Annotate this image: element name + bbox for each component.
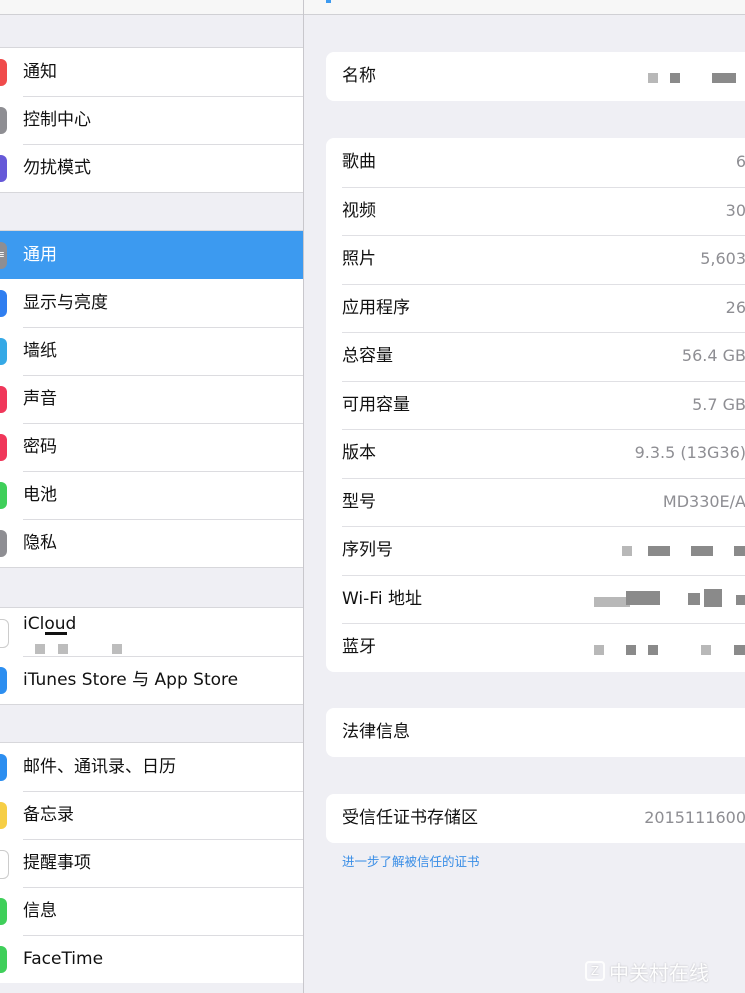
battery-icon <box>0 482 7 509</box>
info-row-videos: 视频 30 <box>326 186 745 236</box>
sidebar-item-notes[interactable]: 备忘录 <box>0 791 303 839</box>
name-row[interactable]: 名称 <box>326 52 745 101</box>
redacted-wifi <box>688 592 700 605</box>
reminders-icon <box>0 850 9 879</box>
passcode-icon <box>0 434 7 461</box>
sidebar-item-messages[interactable]: 信息 <box>0 887 303 935</box>
sidebar-item-wallpaper[interactable]: 墙纸 <box>0 327 303 375</box>
sidebar-item-battery[interactable]: 电池 <box>0 471 303 519</box>
gear-icon: ≡ <box>0 242 7 269</box>
redacted-serial <box>622 546 632 556</box>
notes-icon <box>0 802 7 829</box>
watermark: Z 中关村在线 <box>585 957 709 985</box>
redacted-bluetooth <box>648 645 658 655</box>
redacted-bluetooth <box>734 645 745 655</box>
sidebar-item-reminders[interactable]: 提醒事项 <box>0 839 303 887</box>
info-row-model: 型号 MD330E/A <box>326 477 745 527</box>
sidebar-item-general[interactable]: ≡ 通用 <box>0 231 303 279</box>
trust-store-row: 受信任证书存储区 2015111600 <box>342 808 745 828</box>
sidebar-item-mail-contacts-calendars[interactable]: 邮件、通讯录、日历 <box>0 743 303 791</box>
app-store-icon <box>0 667 7 694</box>
sidebar-item-privacy[interactable]: 隐私 <box>0 519 303 567</box>
notifications-icon <box>0 59 7 86</box>
wallpaper-icon <box>0 338 7 365</box>
control-center-icon <box>0 107 7 134</box>
info-row-photos: 照片 5,603 <box>326 235 745 284</box>
info-row-capacity: 总容量 56.4 GB <box>326 332 745 381</box>
redacted-account <box>45 632 67 635</box>
legal-card: 法律信息 › <box>326 708 745 757</box>
sidebar-group-system: 通知 控制中心 勿扰模式 <box>0 47 303 193</box>
trust-store-card: 受信任证书存储区 2015111600 <box>326 794 745 843</box>
redacted-serial <box>734 546 745 556</box>
name-card: 名称 <box>326 52 745 101</box>
redacted-account <box>112 644 122 654</box>
redacted-serial <box>648 546 670 556</box>
sound-icon <box>0 386 7 413</box>
learn-more-trusted-certificates-link[interactable]: 进一步了解被信任的证书 <box>342 851 480 870</box>
sidebar-item-passcode[interactable]: 密码 <box>0 423 303 471</box>
redacted-wifi <box>626 590 660 605</box>
watermark-text: 中关村在线 <box>609 960 709 985</box>
legal-row[interactable]: 法律信息 › <box>326 708 745 757</box>
redacted-wifi <box>704 588 722 607</box>
icloud-icon <box>0 619 9 648</box>
sidebar-item-do-not-disturb[interactable]: 勿扰模式 <box>0 144 303 192</box>
sidebar-item-notifications[interactable]: 通知 <box>0 48 303 96</box>
redacted-account <box>35 644 45 654</box>
back-chevron-icon[interactable] <box>326 0 331 3</box>
do-not-disturb-icon <box>0 155 7 182</box>
redacted-name <box>648 73 658 83</box>
info-row-bluetooth: 蓝牙 <box>326 623 745 672</box>
sidebar-item-itunes-app-store[interactable]: iTunes Store 与 App Store <box>0 656 303 704</box>
info-row-wifi-address: Wi-Fi 地址 <box>326 574 745 624</box>
redacted-bluetooth <box>626 645 636 655</box>
sidebar-item-icloud[interactable]: iCloud <box>0 608 303 656</box>
redacted-wifi <box>736 594 745 605</box>
info-row-available: 可用容量 5.7 GB <box>326 380 745 430</box>
sidebar-group-accounts: iCloud iTunes Store 与 App Store <box>0 607 303 705</box>
privacy-hand-icon <box>0 530 7 557</box>
sidebar-item-control-center[interactable]: 控制中心 <box>0 96 303 144</box>
info-row-version: 版本 9.3.5 (13G36) <box>326 429 745 478</box>
zol-logo-icon: Z <box>585 961 605 981</box>
settings-sidebar: 通知 控制中心 勿扰模式 ≡ 通用 显示与亮度 墙纸 声音 <box>0 0 304 993</box>
sidebar-group-device: ≡ 通用 显示与亮度 墙纸 声音 密码 电池 隐私 <box>0 230 303 568</box>
sidebar-group-apps: 邮件、通讯录、日历 备忘录 提醒事项 信息 FaceTime <box>0 742 303 983</box>
redacted-serial <box>691 546 713 556</box>
sidebar-item-display-brightness[interactable]: 显示与亮度 <box>0 279 303 327</box>
device-info-card: 歌曲 6 视频 30 照片 5,603 应用程序 26 总容量 56.4 GB … <box>326 138 745 672</box>
sidebar-nav-bar <box>0 0 303 15</box>
info-row-applications: 应用程序 26 <box>326 283 745 333</box>
redacted-bluetooth <box>701 645 711 655</box>
mail-icon <box>0 754 7 781</box>
info-row-serial: 序列号 <box>326 526 745 575</box>
info-row-songs: 歌曲 6 <box>342 152 745 172</box>
facetime-icon <box>0 946 7 973</box>
main-nav-bar <box>304 0 745 15</box>
sidebar-item-sounds[interactable]: 声音 <box>0 375 303 423</box>
redacted-wifi <box>594 596 630 607</box>
messages-icon <box>0 898 7 925</box>
redacted-account <box>58 644 68 654</box>
sidebar-item-facetime[interactable]: FaceTime <box>0 935 303 983</box>
about-panel: 名称 歌曲 6 视频 30 照片 5,603 应用程序 26 总容量 56.4 … <box>304 0 745 993</box>
redacted-bluetooth <box>594 645 604 655</box>
redacted-name <box>712 73 736 83</box>
display-icon <box>0 290 7 317</box>
redacted-name <box>670 73 680 83</box>
